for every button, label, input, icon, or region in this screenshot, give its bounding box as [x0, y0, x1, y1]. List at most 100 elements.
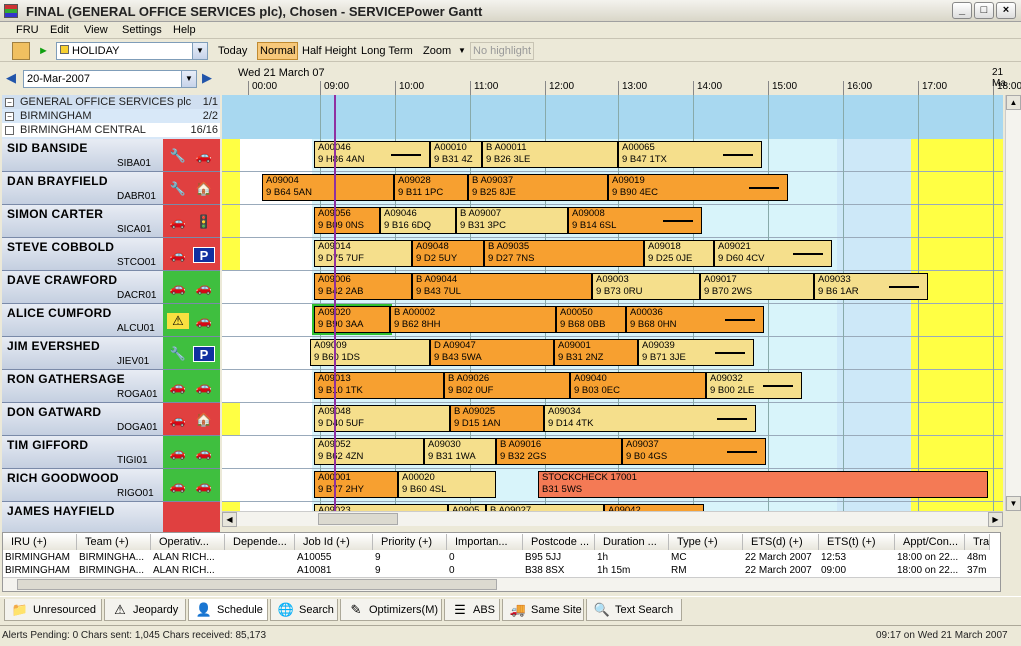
scroll-up-icon[interactable]: ▲ [1006, 95, 1021, 110]
table-cell[interactable]: 1h 15m [595, 564, 669, 577]
prev-date-icon[interactable]: ◀ [4, 71, 18, 85]
menu-edit[interactable]: Edit [50, 24, 69, 36]
table-cell[interactable]: B95 5JJ [523, 551, 595, 564]
job-block[interactable]: A09048 9 D2 5UY [412, 240, 484, 267]
job-block[interactable]: A09039 9 B71 3JE [638, 339, 754, 366]
tab-unresourced[interactable]: 📁 Unresourced [4, 599, 102, 621]
collapse-icon[interactable]: − [5, 112, 14, 121]
job-block[interactable]: A09003 9 B73 0RU [592, 273, 700, 300]
job-block[interactable]: A090069 B42 2AB [314, 273, 412, 300]
job-block[interactable]: A09040 9 B03 0EC [570, 372, 706, 399]
resource-row[interactable]: SID BANSIDE SIBA01 🔧 🚗 [2, 139, 220, 172]
job-block[interactable]: A09034 9 D14 4TK [544, 405, 756, 432]
table-cell[interactable]: 18:00 on 22... [895, 564, 965, 577]
table-cell[interactable]: A10081 [295, 564, 373, 577]
job-block[interactable]: A00050 9 B68 0BB [556, 306, 626, 333]
resource-row[interactable]: SIMON CARTER SICA01 🚗 🚦 [2, 205, 220, 238]
menu-view[interactable]: View [84, 24, 108, 36]
lock-icon[interactable] [12, 42, 30, 60]
collapse-icon[interactable]: − [5, 98, 14, 107]
zoom-button[interactable]: Zoom [420, 42, 454, 60]
today-button[interactable]: Today [215, 42, 250, 60]
table-scroll-thumb[interactable] [17, 579, 497, 590]
job-block[interactable]: A09028 9 B11 1PC [394, 174, 468, 201]
long-term-button[interactable]: Long Term [358, 42, 416, 60]
resource-row[interactable]: RICH GOODWOOD RIGO01 🚗 🚗 [2, 469, 220, 502]
job-block[interactable]: B A09026 9 B02 0UF [444, 372, 570, 399]
job-block[interactable]: A09042 [604, 504, 704, 511]
vertical-scrollbar[interactable]: ▲ ▼ [1005, 95, 1021, 511]
job-block[interactable]: A00036 9 B68 0HN [626, 306, 764, 333]
zoom-dropdown-icon[interactable]: ▼ [455, 42, 469, 60]
job-block[interactable]: A0905 [448, 504, 486, 511]
job-block[interactable]: B A00002 9 B62 8HH [390, 306, 556, 333]
job-block[interactable]: A000019 B77 2HY [314, 471, 398, 498]
table-cell[interactable]: ALAN RICH... [151, 564, 225, 577]
job-block[interactable]: A00020 9 B60 4SL [398, 471, 496, 498]
table-header[interactable]: Postcode ... [523, 534, 595, 550]
table-header[interactable]: Type (+) [669, 534, 743, 550]
tab-jeopardy[interactable]: ⚠ Jeopardy [104, 599, 186, 621]
tab-optimizers-m[interactable]: ✎ Optimizers(M) [340, 599, 442, 621]
tab-schedule[interactable]: 👤 Schedule [188, 599, 268, 621]
table-header[interactable]: Team (+) [77, 534, 151, 550]
table-cell[interactable]: 0 [447, 551, 523, 564]
job-block[interactable]: B A09035 9 D27 7NS [484, 240, 644, 267]
scroll-down-icon[interactable]: ▼ [1006, 496, 1021, 511]
table-cell[interactable]: BIRMINGHAM [3, 551, 77, 564]
menu-fru[interactable]: FRU [16, 24, 39, 36]
table-cell[interactable]: BIRMINGHA... [77, 564, 151, 577]
table-cell[interactable]: BIRMINGHAM [3, 564, 77, 577]
table-cell[interactable]: BIRMINGHA... [77, 551, 151, 564]
table-header[interactable]: Appt/Con... [895, 534, 965, 550]
table-header[interactable]: ETS(t) (+) [819, 534, 895, 550]
job-block[interactable]: A00010 9 B31 4Z [430, 141, 482, 168]
table-cell[interactable]: 48m [965, 551, 990, 564]
tab-abs[interactable]: ☰ ABS [444, 599, 500, 621]
job-block[interactable]: A09021 9 D60 4CV [714, 240, 832, 267]
date-picker[interactable]: 20-Mar-2007 ▼ [23, 70, 197, 88]
job-block[interactable]: B A09027 [486, 504, 604, 511]
resource-row[interactable]: DAVE CRAWFORD DACR01 🚗 🚗 [2, 271, 220, 304]
chevron-down-icon[interactable]: ▼ [181, 71, 196, 87]
job-block[interactable]: B A00011 9 B26 3LE [482, 141, 618, 168]
resource-row[interactable]: JIM EVERSHED JIEV01 🔧 P [2, 337, 220, 370]
resource-row[interactable]: JAMES HAYFIELD [2, 502, 220, 535]
tree-node-team[interactable]: BIRMINGHAM CENTRAL 16/16 [2, 123, 220, 137]
menu-help[interactable]: Help [173, 24, 196, 36]
job-block[interactable]: A09004 9 B64 5AN [262, 174, 394, 201]
next-date-icon[interactable]: ▶ [200, 71, 214, 85]
job-block[interactable]: STOCKCHECK 17001 B31 5WS [538, 471, 988, 498]
tab-same-site[interactable]: 🚚 Same Site [502, 599, 584, 621]
table-cell[interactable]: 9 [373, 551, 447, 564]
job-block[interactable]: A09037 9 B0 4GS [622, 438, 766, 465]
table-header[interactable]: Importan... [447, 534, 523, 550]
scroll-right-icon[interactable]: ▶ [988, 512, 1003, 527]
table-horizontal-scrollbar[interactable] [3, 577, 1000, 591]
table-cell[interactable]: 37m [965, 564, 990, 577]
resource-row[interactable]: ALICE CUMFORD ALCU01 ⚠ 🚗 [2, 304, 220, 337]
table-cell[interactable]: 09:00 [819, 564, 895, 577]
job-block[interactable]: A09018 9 D25 0JE [644, 240, 714, 267]
job-block[interactable]: A09030 9 B31 1WA [424, 438, 496, 465]
job-block[interactable]: A09008 9 B14 6SL [568, 207, 702, 234]
table-cell[interactable]: 18:00 on 22... [895, 551, 965, 564]
job-block[interactable]: A090529 B62 4ZN [314, 438, 424, 465]
table-cell[interactable]: RM [669, 564, 743, 577]
table-cell[interactable]: 9 [373, 564, 447, 577]
resource-row[interactable]: STEVE COBBOLD STCO01 🚗 P [2, 238, 220, 271]
table-cell[interactable]: 12:53 [819, 551, 895, 564]
horizontal-scrollbar[interactable]: ◀ ▶ [222, 511, 1003, 527]
tree-node-region[interactable]: − BIRMINGHAM 2/2 [2, 109, 220, 123]
job-block[interactable]: A09019 9 B90 4EC [608, 174, 788, 201]
table-cell[interactable]: 22 March 2007 [743, 564, 819, 577]
table-cell[interactable] [225, 551, 295, 564]
table-header[interactable]: ETS(d) (+) [743, 534, 819, 550]
scroll-left-icon[interactable]: ◀ [222, 512, 237, 527]
tab-search[interactable]: 🌐 Search [270, 599, 338, 621]
job-block[interactable]: B A09016 9 B32 2GS [496, 438, 622, 465]
resource-row[interactable]: RON GATHERSAGE ROGA01 🚗 🚗 [2, 370, 220, 403]
export-icon[interactable]: ► [35, 42, 53, 60]
table-cell[interactable]: B38 8SX [523, 564, 595, 577]
maximize-button[interactable]: □ [974, 2, 994, 19]
